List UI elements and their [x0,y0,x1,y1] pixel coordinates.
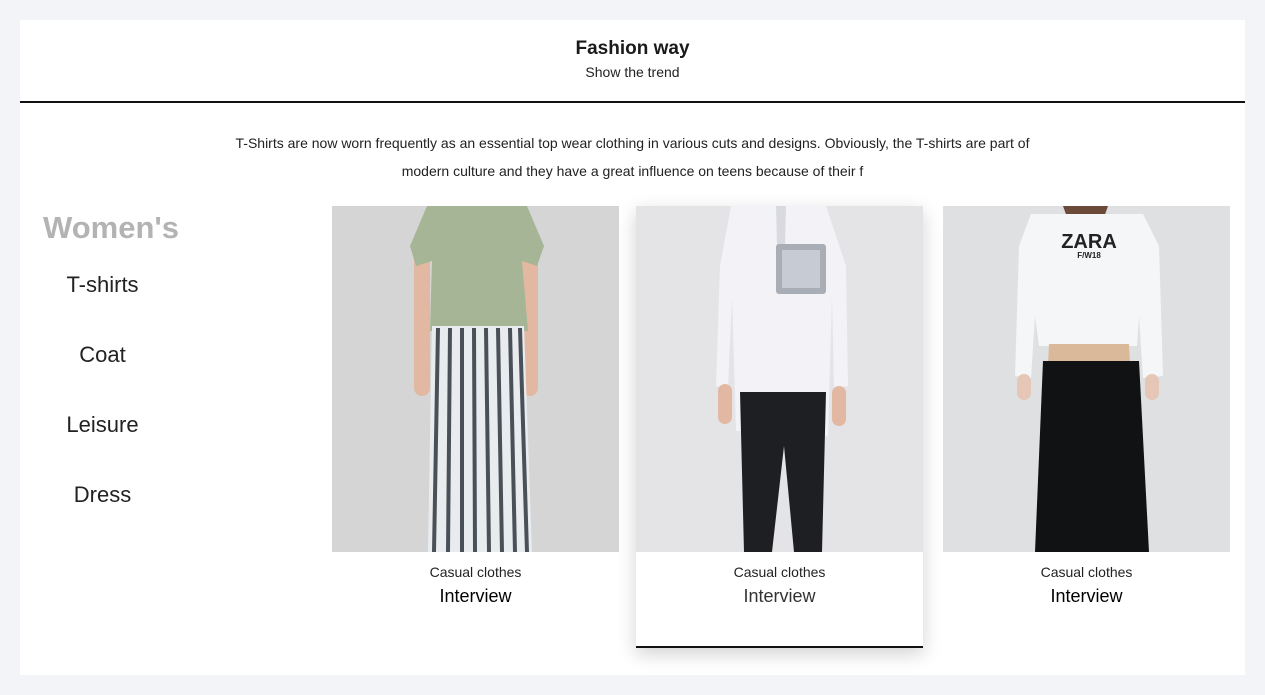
model-white-shirt-black-pants-image [636,206,923,552]
interview-link[interactable]: Interview [332,586,619,606]
intro-line-1: T-Shirts are now worn frequently as an e… [235,135,1030,151]
intro-paragraph: T-Shirts are now worn frequently as an e… [223,129,1043,185]
product-card-active[interactable]: Casual clothes Interview [636,206,923,648]
site-header: Fashion way Show the trend [20,20,1245,103]
model-green-top-striped-skirt-image [332,206,619,552]
zara-print: ZARA [1061,231,1117,253]
card-category: Casual clothes [1040,564,1133,580]
sidebar-item-dress[interactable]: Dress [20,482,185,508]
sidebar-item-leisure[interactable]: Leisure [20,412,185,438]
page-container: Fashion way Show the trend T-Shirts are … [20,20,1245,675]
interview-link[interactable]: Interview [636,586,923,606]
interview-link[interactable]: Interview [943,586,1230,606]
intro-line-2: modern culture and they have a great inf… [401,163,864,179]
model-zara-sweatshirt-black-skirt-image: ZARA F/W18 [943,206,1230,552]
card-category: Casual clothes [733,564,826,580]
product-card[interactable]: Casual clothes Interview [332,206,619,606]
product-image[interactable] [332,206,619,552]
site-subtitle: Show the trend [585,64,680,80]
sidebar-item-tshirts[interactable]: T-shirts [20,272,185,298]
product-image[interactable]: ZARA F/W18 [943,206,1230,552]
product-card[interactable]: ZARA F/W18 Casual clothes Interview [943,206,1230,606]
sidebar-heading: Women's [43,210,179,245]
sidebar-item-coat[interactable]: Coat [20,342,185,368]
zara-print-sub: F/W18 [1077,251,1101,260]
card-category: Casual clothes [429,564,522,580]
product-image[interactable] [636,206,923,552]
site-title: Fashion way [575,38,690,59]
